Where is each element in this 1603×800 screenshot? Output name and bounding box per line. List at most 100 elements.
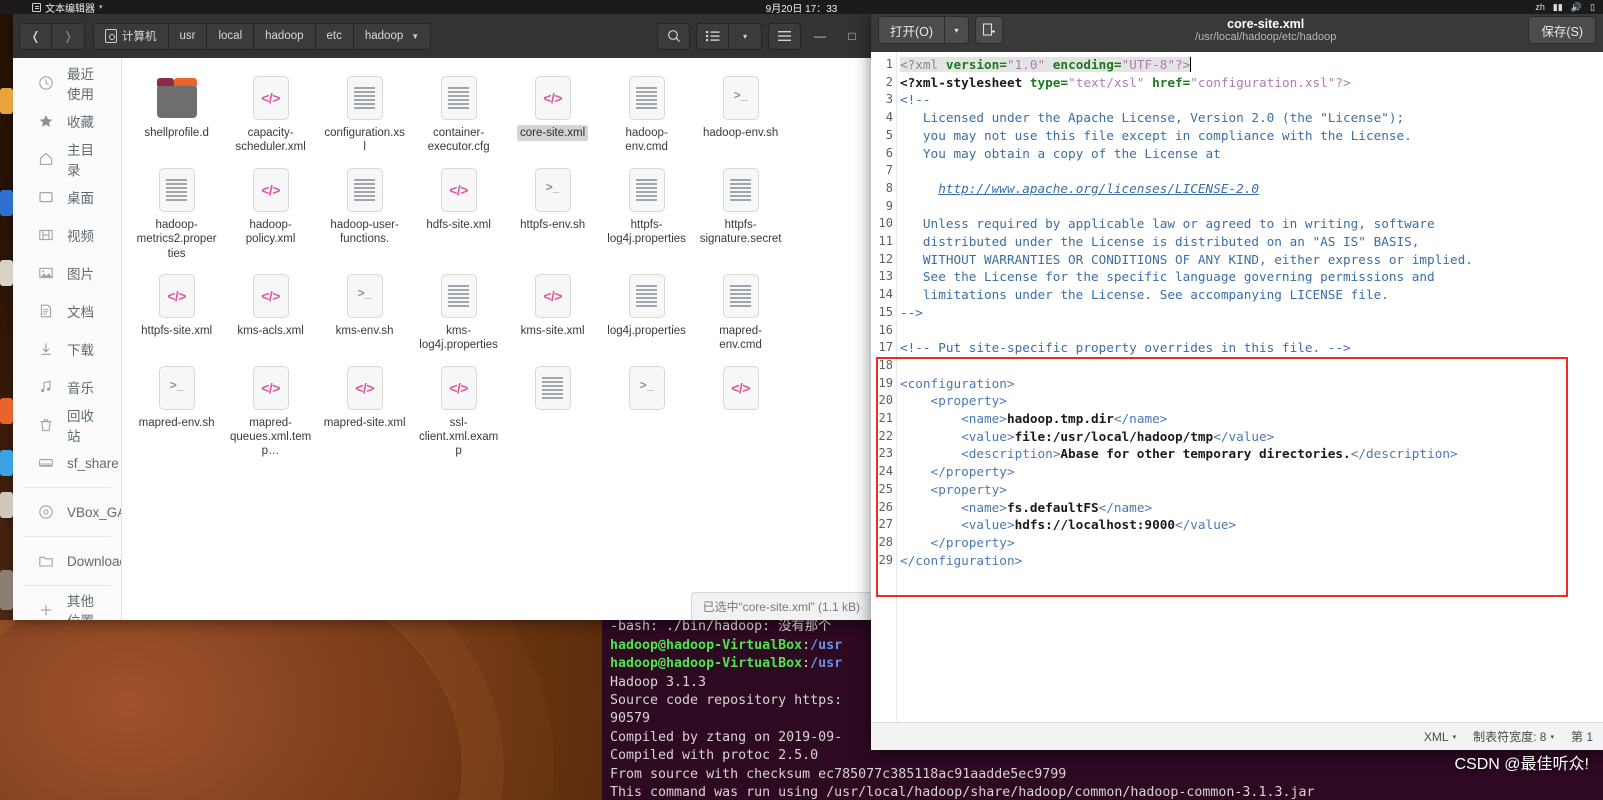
file-grid-area[interactable]: shellprofile.d </> capacity-scheduler.xml c… — [121, 58, 871, 620]
language-selector[interactable]: XML ▾ — [1424, 730, 1456, 744]
forward-button[interactable]: ❭ — [52, 22, 85, 50]
file-item[interactable]: >_ kms-env.sh — [318, 266, 412, 358]
code-line: <configuration> — [900, 375, 1603, 393]
file-item[interactable]: httpfs-log4j.properties — [600, 160, 694, 266]
file-item[interactable]: httpfs-signature.secret — [694, 160, 788, 266]
code-line: <property> — [900, 481, 1603, 499]
sidebar-item-9[interactable]: 回收站 — [13, 406, 121, 444]
tab-width-selector[interactable]: 制表符宽度: 8 ▾ — [1473, 728, 1554, 745]
file-item[interactable]: hadoop-user-functions. — [318, 160, 412, 266]
breadcrumb-item-计算机[interactable]: 计算机 — [93, 22, 169, 50]
file-item[interactable]: </> — [694, 358, 788, 464]
file-item[interactable]: </> core-site.xml — [506, 68, 600, 160]
file-item[interactable]: configuration.xsl — [318, 68, 412, 160]
editor-area[interactable]: 1 2 3 4 5 6 7 8 9 10 11 12 13 14 15 16 17 18 19 20 21 22 23 24 2… — [871, 52, 1603, 722]
dock-item-writer[interactable] — [0, 260, 13, 286]
file-name-label: hadoop-metrics2.properties — [136, 218, 217, 260]
chevron-down-icon[interactable]: ▼ — [411, 32, 419, 41]
file-item[interactable]: hadoop-metrics2.properties — [130, 160, 224, 266]
dock-item-firefox[interactable] — [0, 190, 13, 216]
open-button[interactable]: 打开(O) — [878, 16, 946, 44]
breadcrumb-item-usr[interactable]: usr — [168, 22, 208, 50]
file-name-label: kms-env.sh — [335, 324, 394, 337]
code-line: --> — [900, 304, 1603, 322]
file-item[interactable]: </> ssl-client.xml.examp — [412, 358, 506, 464]
shell-script-icon: >_ — [628, 365, 665, 410]
sidebar-item-3[interactable]: 桌面 — [13, 178, 121, 216]
dock-item-trash[interactable] — [0, 570, 13, 610]
breadcrumb-item-local[interactable]: local — [207, 22, 255, 50]
code-token: </name> — [1098, 499, 1153, 515]
sidebar-item-13[interactable]: 其他位置 — [13, 591, 121, 620]
line-number: 15 — [878, 304, 893, 319]
file-item[interactable]: shellprofile.d — [130, 68, 224, 160]
back-button[interactable]: ❬ — [19, 22, 52, 50]
save-button[interactable]: 保存(S) — [1528, 16, 1596, 44]
dock-item-settings[interactable] — [0, 450, 13, 476]
text-file-icon — [346, 76, 383, 120]
minimize-button[interactable]: — — [807, 23, 833, 49]
dock-item-terminal[interactable] — [0, 398, 13, 424]
sidebar-item-6[interactable]: 文档 — [13, 292, 121, 330]
sidebar-item-7[interactable]: 下载 — [13, 330, 121, 368]
file-item[interactable]: >_ mapred-env.sh — [130, 358, 224, 464]
volume-icon[interactable]: 🔊 — [1571, 2, 1582, 13]
open-dropdown-caret-icon[interactable]: ▾ — [945, 16, 970, 44]
file-item[interactable]: >_ hadoop-env.sh — [694, 68, 788, 160]
file-item[interactable]: </> hadoop-policy.xml — [224, 160, 318, 266]
file-item[interactable]: </> kms-site.xml — [506, 266, 600, 358]
sidebar-item-8[interactable]: 音乐 — [13, 368, 121, 406]
file-item[interactable]: </> kms-acls.xml — [224, 266, 318, 358]
breadcrumb-item-hadoop[interactable]: hadoop — [254, 22, 316, 50]
line-number: 3 — [885, 92, 893, 107]
top-bar-app-menu[interactable]: 文本编辑器 ▾ — [0, 0, 103, 15]
sidebar-item-0[interactable]: 最近使用 — [13, 64, 121, 102]
dock-item-files[interactable] — [0, 88, 13, 114]
code-text[interactable]: <?xml version="1.0" encoding="UTF-8"?> <… — [897, 52, 1603, 722]
file-item[interactable]: </> httpfs-site.xml — [130, 266, 224, 358]
download-icon — [37, 341, 54, 358]
breadcrumb-item-hadoop[interactable]: hadoop ▼ — [353, 22, 432, 50]
breadcrumb-item-etc[interactable]: etc — [315, 22, 354, 50]
network-icon[interactable]: ▮▮ — [1553, 2, 1563, 13]
power-icon[interactable]: ▯ — [1590, 2, 1595, 13]
code-token: "configuration.xsl"?> — [1190, 74, 1351, 90]
new-document-icon[interactable] — [975, 16, 1004, 44]
file-icon-wrap: >_ — [155, 364, 199, 412]
sidebar-item-4[interactable]: 视频 — [13, 216, 121, 254]
input-method-indicator[interactable]: zh — [1535, 2, 1545, 12]
sidebar-item-10[interactable]: sf_share▲ — [13, 444, 121, 482]
file-item[interactable]: </> mapred-queues.xml.temp… — [224, 358, 318, 464]
sidebar-item-5[interactable]: 图片 — [13, 254, 121, 292]
chevron-down-icon: ▾ — [1550, 733, 1554, 741]
xml-file-icon: </> — [534, 273, 571, 318]
file-item[interactable]: </> hdfs-site.xml — [412, 160, 506, 266]
file-item[interactable]: container-executor.cfg — [412, 68, 506, 160]
file-item[interactable]: log4j.properties — [600, 266, 694, 358]
file-item[interactable]: hadoop-env.cmd — [600, 68, 694, 160]
file-item[interactable]: mapred-env.cmd — [694, 266, 788, 358]
maximize-button[interactable]: □ — [839, 23, 865, 49]
list-view-icon[interactable] — [696, 22, 729, 50]
sidebar-item-2[interactable]: 主目录 — [13, 140, 121, 178]
file-manager-sidebar: 最近使用收藏主目录桌面视频图片文档下载音乐回收站sf_share▲ VBox_GA… — [13, 58, 122, 620]
file-item[interactable]: </> capacity-scheduler.xml — [224, 68, 318, 160]
file-name-label: hadoop-env.sh — [702, 127, 779, 139]
dock-item-text-editor[interactable] — [0, 492, 13, 518]
file-item[interactable]: kms-log4j.properties — [412, 266, 506, 358]
file-item[interactable]: >_ httpfs-env.sh — [506, 160, 600, 266]
file-item[interactable] — [506, 358, 600, 464]
sidebar-item-11[interactable]: VBox_GAs_5.2.34▲ — [13, 493, 121, 531]
hamburger-menu-icon[interactable] — [768, 22, 801, 50]
code-token: <value> — [900, 428, 1015, 444]
file-item[interactable]: >_ — [600, 358, 694, 464]
code-token: <name> — [900, 499, 1007, 515]
view-dropdown-caret-icon[interactable]: ▾ — [729, 22, 762, 50]
line-number: 26 — [878, 499, 893, 514]
sidebar-item-1[interactable]: 收藏 — [13, 102, 121, 140]
search-icon[interactable] — [657, 22, 690, 50]
top-bar-clock[interactable]: 9月20日 17：33 — [766, 0, 838, 15]
sidebar-item-12[interactable]: Downloads — [13, 542, 121, 580]
text-editor-header: 打开(O) ▾ core-site.xml /usr/local/hadoop/… — [871, 8, 1603, 52]
file-item[interactable]: </> mapred-site.xml — [318, 358, 412, 464]
